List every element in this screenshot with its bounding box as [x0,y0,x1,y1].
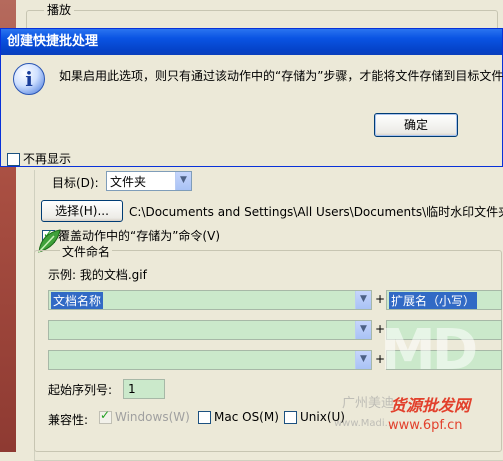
watermark-url: www.6pf.cn [388,418,463,433]
chevron-down-icon[interactable]: ▼ [355,351,371,369]
start-serial-input[interactable]: 1 [123,379,165,399]
naming-left-value-1: 文档名称 [51,292,104,309]
override-label: 覆盖动作中的“存储为”命令(V) [58,229,221,243]
compat-windows-box [99,408,112,424]
dont-show-label: 不再显示 [23,152,72,166]
destination-path: C:\Documents and Settings\All Users\Docu… [129,205,503,219]
chevron-down-icon[interactable]: ▼ [355,291,371,309]
plus-sign: + [375,292,386,306]
watermark-brand: 货源批发网 [390,396,471,415]
naming-example: 示例: 我的文档.gif [48,268,147,282]
target-label: 目标(D): [52,176,99,190]
create-droplet-dialog: 创建快捷批处理 i 如果启用此选项，则只有通过该动作中的“存储为”步骤，才能将文… [0,28,503,167]
choose-button[interactable]: 选择(H)... [41,200,123,222]
chevron-down-icon[interactable]: ▼ [355,321,371,339]
naming-left-select-1[interactable]: 文档名称 ▼ [48,290,372,310]
override-save-as-checkbox[interactable]: 覆盖动作中的“存储为”命令(V) [42,227,220,244]
dialog-title: 创建快捷批处理 [1,29,502,55]
dont-show-checkbox-box[interactable] [7,153,20,166]
target-select-value: 文件夹 [110,175,147,189]
compat-windows-checkbox: Windows(W) [99,408,190,424]
target-select[interactable]: 文件夹 ▼ [106,171,192,191]
chevron-down-icon[interactable]: ▼ [175,172,191,190]
watermark-text: 广州美迪 [342,396,395,411]
playback-group-label: 播放 [44,1,75,18]
naming-right-select-1[interactable]: 扩展名（小写） [386,290,502,310]
playback-group [16,0,503,42]
compat-unix-box[interactable] [284,411,297,424]
start-serial-label: 起始序列号: [48,383,113,397]
naming-left-select-3[interactable]: ▼ [48,350,372,370]
ok-button[interactable]: 确定 [374,113,458,137]
compat-windows-label: Windows(W) [115,410,190,424]
file-naming-label: 文件命名 [60,243,113,260]
dont-show-checkbox[interactable]: 不再显示 [7,150,71,167]
info-icon: i [13,63,45,95]
watermark-logo: MD [380,318,478,383]
compat-macos-label: Mac OS(M) [214,410,279,424]
compat-macos-checkbox[interactable]: Mac OS(M) [198,410,279,424]
naming-right-value-1: 扩展名（小写） [389,292,478,309]
naming-left-select-2[interactable]: ▼ [48,320,372,340]
compatibility-label: 兼容性: [48,413,89,427]
watermark-site-small: www.Madi... [334,418,395,429]
dialog-message: 如果启用此选项，则只有通过该动作中的“存储为”步骤，才能将文件存储到目标文件 [59,69,503,83]
compat-macos-box[interactable] [198,411,211,424]
start-serial-value: 1 [128,382,136,396]
